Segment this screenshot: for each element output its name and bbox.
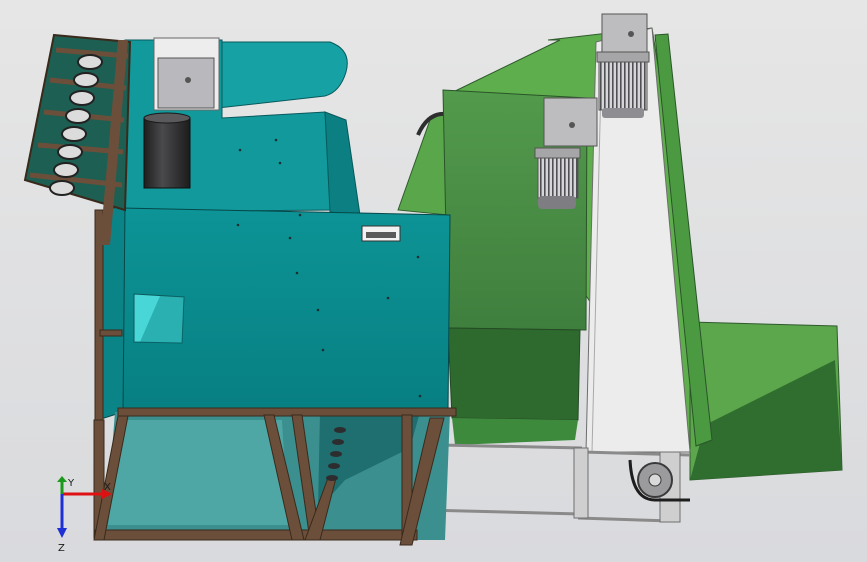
slot-window [361, 225, 401, 242]
motor-gearbox [543, 97, 598, 147]
cad-viewport[interactable]: X Y Z [0, 0, 867, 562]
motor-endcap [538, 196, 576, 209]
machine-assembly-model[interactable] [0, 0, 867, 562]
motor-gearbox [601, 13, 648, 53]
green-lower-floor [452, 418, 578, 445]
frame-leg-mid [573, 447, 589, 519]
z-axis-label: Z [58, 543, 65, 554]
y-axis-arrow [57, 476, 67, 494]
teal-side-panel [324, 111, 361, 216]
motor-fins [598, 61, 648, 111]
motor-endcap [602, 108, 644, 118]
teal-top-cover [217, 41, 348, 109]
belt-pulley [628, 459, 690, 502]
motor-flange [596, 51, 650, 63]
green-lower-opening [447, 327, 581, 421]
motor-flange [534, 147, 581, 159]
motor-cylinder [143, 117, 191, 189]
lower-chamber-light [108, 420, 288, 525]
y-axis-label: Y [67, 478, 75, 489]
gearbox-face [157, 57, 215, 109]
coordinate-triad: X Y Z [57, 476, 112, 554]
z-axis-arrow [57, 494, 67, 538]
x-axis-label: X [104, 482, 111, 493]
upper-right-motor[interactable] [596, 13, 650, 118]
motor-fins [537, 157, 579, 199]
